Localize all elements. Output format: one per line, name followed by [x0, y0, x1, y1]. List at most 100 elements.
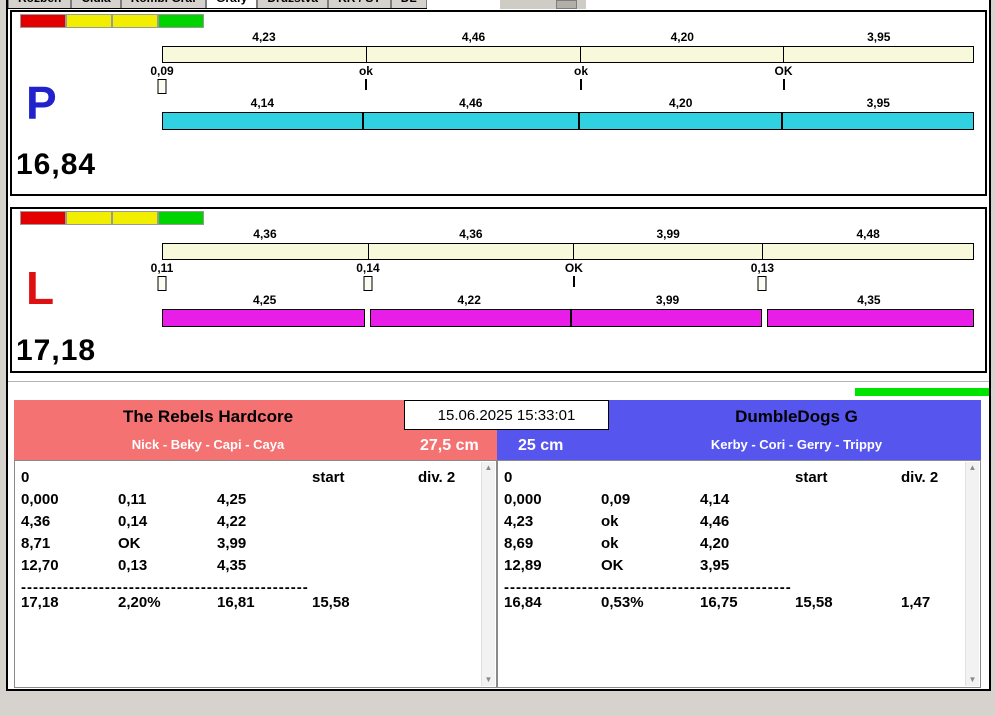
lower-split-times: 4,25 4,22 3,99 4,35	[162, 293, 974, 307]
separator-row: ----------------------------------------…	[21, 579, 476, 594]
table-cell: 3,95	[700, 557, 730, 574]
lane-panel-l: 4,36 4,36 3,99 4,48 0,11 0,14 OK 0,13 4,25 4,22…	[10, 207, 987, 373]
split-time: 3,99	[656, 227, 680, 241]
table-cell: div. 2	[901, 469, 939, 486]
table-cell: 4,46	[700, 513, 730, 530]
status-block	[20, 14, 66, 28]
table-row: 0 start div. 2	[504, 469, 960, 491]
table-row: 8,71 OK 3,99	[21, 535, 476, 557]
team-name-left: The Rebels Hardcore	[122, 407, 294, 426]
horizontal-scrollbar-thumb[interactable]	[556, 0, 577, 9]
table-cell: 0,13	[118, 557, 148, 574]
scroll-up-icon[interactable]: ▲	[482, 462, 495, 474]
crossing-markers	[157, 79, 974, 95]
vertical-scrollbar-left[interactable]: ▲ ▼	[481, 462, 495, 686]
table-row: 16,84 0,53% 16,75 15,58 1,47	[504, 594, 960, 616]
table-row: 17,18 2,20% 16,81 15,58	[21, 594, 476, 616]
table-row: 0,000 0,11 4,25	[21, 491, 476, 513]
time-bar-segment	[782, 112, 974, 130]
crossing-box-marker	[157, 276, 167, 291]
table-cell: OK	[601, 557, 624, 574]
scroll-up-icon[interactable]: ▲	[966, 462, 979, 474]
separator-line	[8, 381, 989, 382]
time-bar-segment	[368, 244, 575, 259]
split-time: 3,95	[866, 96, 890, 110]
lane-letter: L	[26, 262, 55, 314]
split-time: 4,35	[857, 293, 881, 307]
split-time: 4,14	[250, 96, 275, 110]
split-time: 4,23	[252, 30, 276, 44]
table-row: 0,000 0,09 4,14	[504, 491, 960, 513]
tab-kr-t[interactable]: KR / ŠT	[328, 0, 391, 8]
table-cell: 15,58	[795, 594, 833, 611]
crossing-time-label: OK	[564, 261, 583, 275]
table-cell: 12,89	[504, 557, 542, 574]
crossing-tick-marker	[580, 79, 583, 90]
scroll-down-icon[interactable]: ▼	[482, 674, 495, 686]
table-cell: 1,47	[901, 594, 931, 611]
team-dogs-left: Nick - Beky - Capi - Caya	[131, 437, 285, 452]
crossing-time-label: 0,14	[356, 261, 380, 275]
tab-grafy[interactable]: Grafy	[206, 0, 258, 8]
table-row: 4,23 ok 4,46	[504, 513, 960, 535]
status-block	[20, 211, 66, 225]
table-cell: 4,35	[217, 557, 247, 574]
time-bar-segment	[762, 244, 973, 259]
table-cell	[118, 469, 217, 491]
table-cell	[418, 513, 476, 535]
status-blocks	[20, 211, 204, 225]
table-cell	[418, 594, 476, 616]
time-bar-segment	[574, 244, 763, 259]
status-block	[112, 211, 158, 225]
vertical-scrollbar-right[interactable]: ▲ ▼	[965, 462, 979, 686]
table-cell	[312, 513, 418, 535]
status-block	[66, 14, 112, 28]
crossing-box-marker	[363, 276, 373, 291]
table-cell	[700, 469, 795, 491]
table-cell	[312, 491, 418, 513]
status-block	[112, 14, 158, 28]
table-cell	[901, 557, 960, 579]
tab-kombi-graf[interactable]: Kombi Graf	[120, 0, 207, 8]
results-grid-right: 0 start div. 2 0,000 0,09 4,14 4,23 ok 4,46 8,69 o…	[504, 469, 960, 616]
dashed-separator: ----------------------------------------…	[504, 579, 792, 594]
tab-dl[interactable]: DL	[390, 0, 427, 8]
split-time: 4,36	[253, 227, 277, 241]
time-bar-segment	[163, 47, 367, 62]
dashed-separator: ----------------------------------------…	[21, 579, 309, 594]
status-block	[66, 211, 112, 225]
lane-letter: P	[26, 77, 57, 129]
crossing-box-marker	[157, 79, 167, 94]
table-cell	[795, 535, 901, 557]
table-row: 12,89 OK 3,95	[504, 557, 960, 579]
horizontal-scrollbar[interactable]	[500, 0, 586, 9]
table-cell	[795, 491, 901, 513]
status-blocks	[20, 14, 204, 28]
green-indicator-strip	[855, 388, 989, 396]
tab-dru-stv-[interactable]: Družstvá	[257, 0, 329, 8]
crossing-box-marker	[757, 276, 767, 291]
scroll-down-icon[interactable]: ▼	[966, 674, 979, 686]
tab-bar: RozbehČidláKombi GrafGrafyDružstváKR / Š…	[8, 0, 427, 9]
table-cell	[795, 557, 901, 579]
crossing-markers	[157, 276, 974, 292]
lower-bar	[162, 112, 974, 130]
time-bar-segment	[163, 244, 369, 259]
table-cell	[795, 513, 901, 535]
table-cell	[418, 535, 476, 557]
table-cell: 0,53%	[601, 594, 644, 611]
lower-split-times: 4,14 4,46 4,20 3,95	[162, 96, 974, 110]
results-grid-left: 0 start div. 2 0,000 0,11 4,25 4,36 0,14 4,22 8,7…	[21, 469, 476, 616]
tab-rozbeh[interactable]: Rozbeh	[8, 0, 72, 8]
time-bar-segment	[362, 112, 579, 130]
lane-total-time: 17,18	[16, 334, 97, 367]
jump-height-left: 27,5 cm	[420, 437, 479, 454]
tab--idl-[interactable]: Čidlá	[71, 0, 121, 8]
crossing-time-label: 0,13	[750, 261, 775, 275]
upper-split-times: 4,36 4,36 3,99 4,48	[162, 227, 974, 241]
table-cell: 8,69	[504, 535, 534, 552]
table-cell	[312, 557, 418, 579]
split-time: 4,20	[670, 30, 694, 44]
status-block	[158, 14, 204, 28]
table-cell: ok	[601, 513, 619, 530]
